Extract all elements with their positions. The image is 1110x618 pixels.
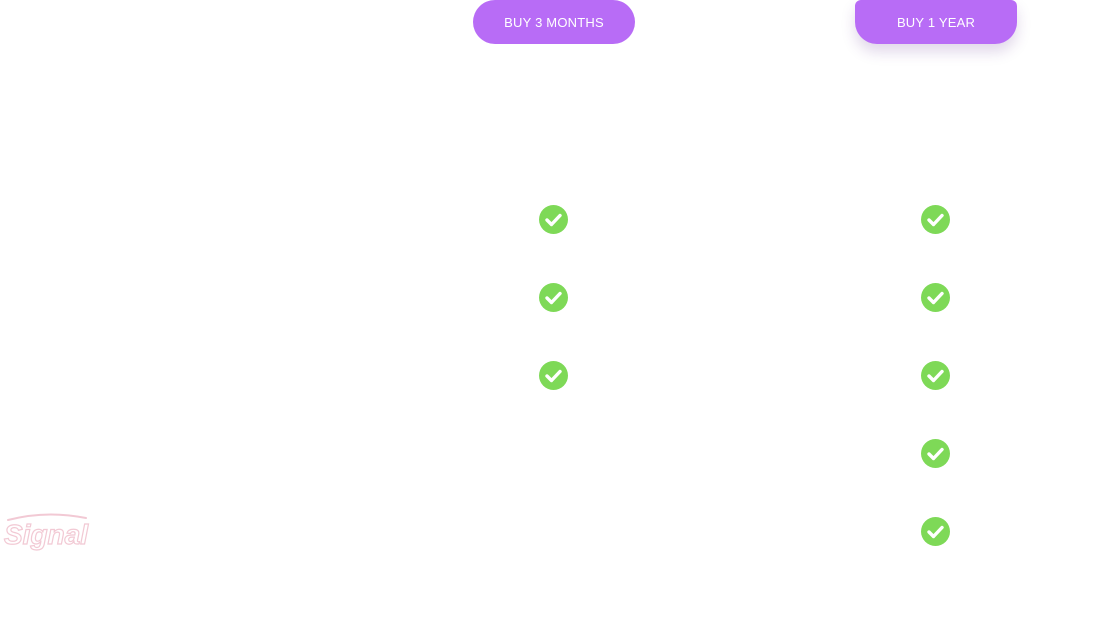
check-circle-icon [921, 517, 950, 546]
check-circle-icon [921, 361, 950, 390]
check-circle-icon [539, 283, 568, 312]
check-circle-icon [921, 283, 950, 312]
buy-1-year-button[interactable]: BUY 1 YEAR [855, 0, 1017, 44]
signal-logo: Signal [0, 508, 92, 556]
check-circle-icon [921, 205, 950, 234]
svg-text:Signal: Signal [4, 519, 89, 550]
buy-3-months-button[interactable]: BUY 3 MONTHS [473, 0, 635, 44]
check-circle-icon [921, 439, 950, 468]
check-circle-icon [539, 361, 568, 390]
check-circle-icon [539, 205, 568, 234]
